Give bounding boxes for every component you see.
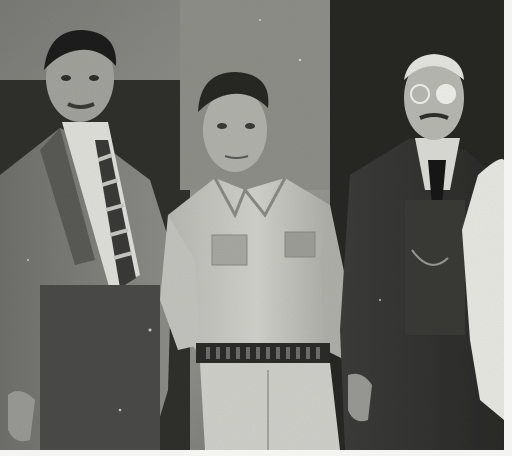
right-man-hand [348,373,372,422]
photo-image-area [0,0,504,450]
spectacles-right [436,84,456,104]
right-man-vest [405,200,465,335]
center-man-trousers [200,363,340,450]
left-man-trousers [40,285,160,450]
center-man-head [203,88,267,172]
historical-photograph [0,0,512,456]
